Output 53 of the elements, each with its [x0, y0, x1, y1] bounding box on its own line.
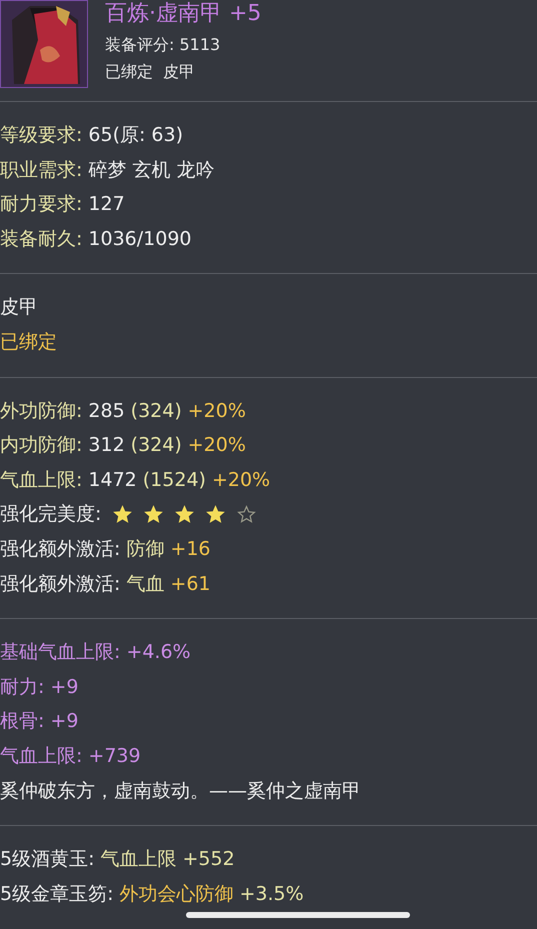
stat-bonus: +61	[170, 572, 211, 597]
stat-value: 5级金章玉笏:	[0, 882, 114, 907]
stat-label: 内功防御:	[0, 433, 82, 458]
stat-label: 耐力要求:	[0, 192, 82, 218]
attribute-text: +9	[50, 674, 78, 700]
stat-value: 碎梦 玄机 龙吟	[88, 158, 214, 183]
stat-value: 65(原: 63)	[88, 123, 184, 148]
stat-label: (1524)	[142, 468, 206, 493]
stat-bonus: +20%	[212, 468, 270, 493]
bind-type: 已绑定 皮甲	[105, 61, 196, 83]
stat-value: 奚仲破东方，虚南鼓动。——奚仲之虚南甲	[0, 778, 361, 804]
attribute-text: 基础气血上限:	[0, 640, 120, 666]
stat-label: +552	[182, 847, 235, 872]
attribute-text: 耐力:	[0, 674, 44, 700]
stat-label: 等级要求:	[0, 123, 82, 148]
stat-label: 防御	[126, 536, 164, 562]
stat-label: (324)	[130, 398, 182, 424]
attribute-text: +9	[50, 709, 78, 734]
stat-bonus: +20%	[188, 398, 246, 424]
stat-label: 气血上限:	[0, 468, 82, 493]
stat-bonus: 外功会心防御	[120, 882, 234, 907]
stat-label: 装备耐久:	[0, 226, 82, 252]
item-name: 百炼·虚南甲 +5	[105, 0, 262, 28]
stat-value: 皮甲	[0, 295, 38, 320]
stat-label: +3.5%	[240, 882, 304, 907]
attribute-text: 气血上限:	[0, 744, 82, 769]
stat-bonus: +20%	[188, 433, 246, 458]
filled-star-icon	[144, 505, 164, 524]
stat-label: 气血	[126, 572, 164, 597]
stat-value: 强化额外激活:	[0, 572, 120, 597]
stat-value: 127	[88, 192, 125, 218]
stat-label: (324)	[130, 433, 182, 458]
filled-star-icon	[113, 505, 132, 524]
empty-star-icon	[237, 505, 256, 524]
stat-bonus: 已绑定	[0, 330, 57, 356]
stat-value: 强化完美度:	[0, 502, 102, 528]
stat-label: 职业需求:	[0, 158, 82, 183]
attribute-text: 根骨:	[0, 709, 44, 734]
attribute-text: +4.6%	[126, 640, 191, 666]
stat-label: 外功防御:	[0, 398, 82, 424]
armor-icon	[0, 0, 88, 88]
stat-value: 285	[88, 398, 125, 424]
filled-star-icon	[206, 505, 226, 524]
stat-value: 1472	[88, 468, 137, 493]
gear-score: 装备评分: 5113	[105, 34, 222, 56]
stat-value: 5级酒黄玉:	[0, 847, 94, 872]
stat-label: 气血上限	[100, 847, 176, 872]
filled-star-icon	[175, 505, 194, 524]
stat-value: 312	[88, 433, 125, 458]
stat-value: 强化额外激活:	[0, 536, 120, 562]
attribute-text: +739	[88, 744, 141, 769]
stat-bonus: +16	[170, 536, 211, 562]
stat-value: 1036/1090	[88, 226, 192, 252]
